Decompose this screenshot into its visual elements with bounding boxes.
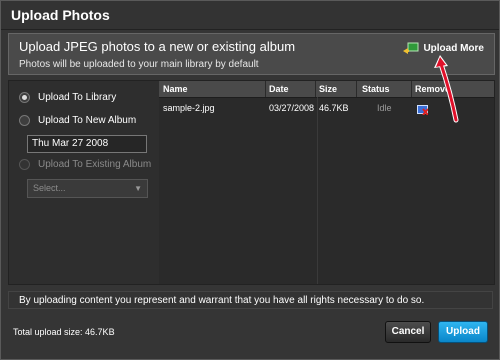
info-banner: Upload JPEG photos to a new or existing … <box>8 33 495 75</box>
file-date: 03/27/2008 <box>269 103 315 113</box>
title-bar: Upload Photos <box>1 1 499 30</box>
col-name[interactable]: Name <box>163 84 188 94</box>
upload-panel: Upload To Library Upload To New Album Th… <box>8 80 495 285</box>
col-remove[interactable]: Remove <box>415 84 450 94</box>
new-album-name-input[interactable]: Thu Mar 27 2008 <box>27 135 147 153</box>
cancel-button[interactable]: Cancel <box>385 321 431 343</box>
destination-options: Upload To Library Upload To New Album Th… <box>9 81 160 284</box>
total-upload-size: Total upload size: 46.7KB <box>13 327 115 337</box>
table-header: Name Date Size Status Remove <box>159 81 494 98</box>
add-photo-icon <box>403 42 419 54</box>
upload-photos-dialog: Upload Photos Upload JPEG photos to a ne… <box>0 0 500 360</box>
new-album-label: Upload To New Album <box>38 115 137 126</box>
file-name: sample-2.jpg <box>163 103 215 113</box>
chevron-down-icon: ▼ <box>134 184 142 193</box>
upload-to-library-option[interactable]: Upload To Library <box>19 92 116 103</box>
upload-more-button[interactable]: Upload More <box>403 42 484 55</box>
remove-photo-button[interactable] <box>417 102 429 120</box>
banner-heading: Upload JPEG photos to a new or existing … <box>19 39 296 54</box>
upload-button[interactable]: Upload <box>438 321 488 343</box>
col-status[interactable]: Status <box>362 84 390 94</box>
library-radio[interactable] <box>19 92 30 103</box>
existing-album-select-value: Select... <box>33 183 66 193</box>
banner-subheading: Photos will be uploaded to your main lib… <box>19 59 259 70</box>
file-size: 46.7KB <box>319 103 349 113</box>
upload-to-new-album-option[interactable]: Upload To New Album <box>19 115 136 126</box>
existing-album-label: Upload To Existing Album <box>38 159 152 170</box>
table-row[interactable]: sample-2.jpg 03/27/2008 46.7KB Idle <box>159 98 494 116</box>
file-table: Name Date Size Status Remove sample-2.jp… <box>159 81 494 284</box>
existing-album-select[interactable]: Select... ▼ <box>27 179 148 198</box>
col-size[interactable]: Size <box>319 84 337 94</box>
rights-agreement: By uploading content you represent and w… <box>8 291 493 309</box>
remove-photo-icon <box>417 105 429 116</box>
col-date[interactable]: Date <box>269 84 289 94</box>
upload-to-existing-album-option[interactable]: Upload To Existing Album <box>19 159 151 170</box>
file-status: Idle <box>377 103 392 113</box>
new-album-radio[interactable] <box>19 115 30 126</box>
column-divider <box>317 97 318 284</box>
library-label: Upload To Library <box>38 92 117 103</box>
upload-more-label: Upload More <box>423 43 484 54</box>
dialog-title: Upload Photos <box>11 7 110 23</box>
existing-album-radio[interactable] <box>19 159 30 170</box>
